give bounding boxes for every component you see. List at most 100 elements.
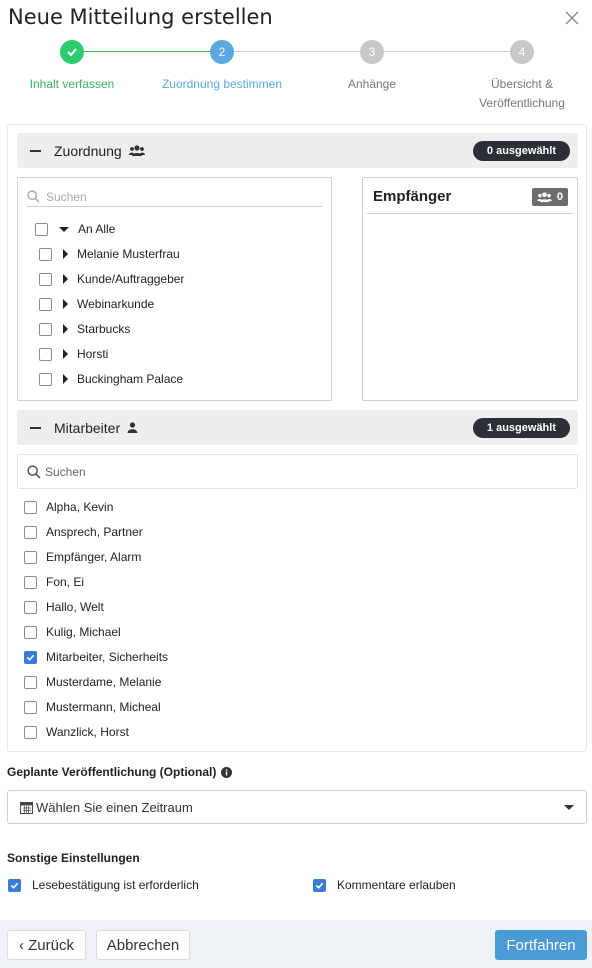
employee-checkbox[interactable] [24, 500, 37, 514]
tree-item-label: An Alle [78, 222, 116, 236]
employee-name: Mustermann, Micheal [46, 700, 161, 714]
tree-item[interactable]: Buckingham Palace [39, 369, 183, 389]
tree-item[interactable]: Horsti [39, 344, 108, 364]
employees-section-header[interactable]: Mitarbeiter 1 ausgewählt [17, 410, 578, 445]
step-1-check-icon[interactable] [60, 40, 84, 64]
recipients-title: Empfänger [373, 188, 452, 205]
dialog-footer: ‹ Zurück Abbrechen Fortfahren [0, 920, 592, 968]
tree-item[interactable]: Melanie Musterfrau [39, 244, 180, 264]
info-icon[interactable] [221, 766, 233, 778]
step-connector [222, 51, 372, 52]
collapse-icon[interactable] [30, 426, 41, 429]
tree-item-root[interactable]: An Alle [35, 219, 115, 239]
caret-down-icon[interactable] [59, 226, 69, 232]
assignment-section-header[interactable]: Zuordnung 0 ausgewählt [17, 133, 578, 168]
checkbox[interactable] [39, 347, 52, 361]
employee-name: Empfänger, Alarm [46, 550, 142, 564]
step-3-indicator[interactable]: 3 [360, 40, 384, 64]
comments-option[interactable]: Kommentare erlauben [313, 876, 456, 894]
checkbox[interactable] [39, 322, 52, 336]
checkbox[interactable] [35, 222, 48, 236]
schedule-label-text: Geplante Veröffentlichung (Optional) [7, 765, 217, 779]
checkbox[interactable] [39, 272, 52, 286]
employee-row[interactable]: Hallo, Welt [24, 597, 104, 617]
employee-name: Fon, Ei [46, 575, 85, 589]
assignment-card: Zuordnung 0 ausgewählt Suchen An Alle Me… [7, 124, 587, 752]
read-receipt-label: Lesebestätigung ist erforderlich [32, 878, 199, 892]
checkbox[interactable] [39, 297, 52, 311]
tree-item-label: Webinarkunde [77, 297, 155, 311]
employee-checkbox[interactable] [24, 550, 37, 564]
tree-item[interactable]: Webinarkunde [39, 294, 154, 314]
employee-checkbox[interactable] [24, 575, 37, 589]
step-1-label: Inhalt verfassen [29, 77, 115, 91]
employee-name: Musterdame, Melanie [46, 675, 162, 689]
employee-checkbox[interactable] [24, 725, 37, 739]
employee-row[interactable]: Ansprech, Partner [24, 522, 143, 542]
collapse-icon[interactable] [30, 149, 41, 152]
search-icon [27, 464, 41, 478]
employee-search-input[interactable]: Suchen [17, 454, 578, 489]
tree-search-input[interactable]: Suchen [27, 187, 322, 207]
employee-row[interactable]: Musterdame, Melanie [24, 672, 161, 692]
employee-name: Alpha, Kevin [46, 500, 114, 514]
employee-row[interactable]: Alpha, Kevin [24, 497, 113, 517]
user-icon [127, 422, 138, 433]
employee-checkbox[interactable] [24, 700, 37, 714]
employee-name: Wanzlick, Horst [46, 725, 129, 739]
tree-item[interactable]: Starbucks [39, 319, 130, 339]
employee-checkbox[interactable] [24, 650, 37, 664]
step-4-indicator[interactable]: 4 [510, 40, 534, 64]
caret-right-icon[interactable] [63, 299, 68, 309]
recipients-count-badge: 0 [531, 188, 568, 206]
calendar-icon [20, 801, 33, 814]
employee-row[interactable]: Mitarbeiter, Sicherheits [24, 647, 168, 667]
caret-right-icon[interactable] [63, 374, 68, 384]
checkbox[interactable] [39, 247, 52, 261]
employee-row[interactable]: Wanzlick, Horst [24, 722, 129, 742]
chevron-down-icon[interactable] [564, 805, 574, 810]
comments-label: Kommentare erlauben [337, 878, 456, 892]
group-icon [128, 144, 145, 157]
recipients-count: 0 [556, 191, 563, 203]
close-icon[interactable] [564, 10, 580, 26]
employee-checkbox[interactable] [24, 625, 37, 639]
other-settings-label: Sonstige Einstellungen [7, 851, 140, 865]
group-icon [537, 191, 552, 202]
employee-checkbox[interactable] [24, 525, 37, 539]
caret-right-icon[interactable] [63, 349, 68, 359]
stepper: 2 3 4 Inhalt verfassen Zuordnung bestimm… [0, 38, 592, 118]
caret-right-icon[interactable] [63, 274, 68, 284]
search-icon [27, 190, 40, 203]
cancel-button[interactable]: Abbrechen [96, 930, 190, 960]
tree-item[interactable]: Kunde/Auftraggeber [39, 269, 184, 289]
dialog-title: Neue Mitteilung erstellen [8, 5, 273, 29]
caret-right-icon[interactable] [63, 249, 68, 259]
step-4-label: Übersicht & Veröffentlichung [479, 77, 565, 110]
assignment-tree: Suchen An Alle Melanie Musterfrau Kunde/… [17, 177, 332, 401]
employee-checkbox[interactable] [24, 675, 37, 689]
employee-name: Kulig, Michael [46, 625, 121, 639]
step-connector [372, 51, 522, 52]
tree-search-placeholder: Suchen [46, 189, 87, 204]
schedule-select[interactable]: Wählen Sie einen Zeitraum [7, 790, 587, 824]
read-receipt-checkbox[interactable] [8, 878, 21, 892]
schedule-select-value: Wählen Sie einen Zeitraum [36, 799, 193, 815]
checkbox[interactable] [39, 372, 52, 386]
tree-item-label: Horsti [77, 347, 109, 361]
employee-row[interactable]: Empfänger, Alarm [24, 547, 141, 567]
employees-title: Mitarbeiter [54, 419, 121, 436]
comments-checkbox[interactable] [313, 878, 326, 892]
employee-checkbox[interactable] [24, 600, 37, 614]
back-button[interactable]: ‹ Zurück [7, 930, 86, 960]
step-2-indicator[interactable]: 2 [210, 40, 234, 64]
employee-row[interactable]: Fon, Ei [24, 572, 84, 592]
schedule-label: Geplante Veröffentlichung (Optional) [7, 765, 233, 779]
caret-right-icon[interactable] [63, 324, 68, 334]
employee-row[interactable]: Kulig, Michael [24, 622, 121, 642]
read-receipt-option[interactable]: Lesebestätigung ist erforderlich [8, 876, 199, 894]
employee-row[interactable]: Mustermann, Micheal [24, 697, 161, 717]
continue-button[interactable]: Fortfahren [495, 930, 587, 960]
employee-name: Hallo, Welt [46, 600, 104, 614]
assignment-title: Zuordnung [54, 142, 122, 159]
